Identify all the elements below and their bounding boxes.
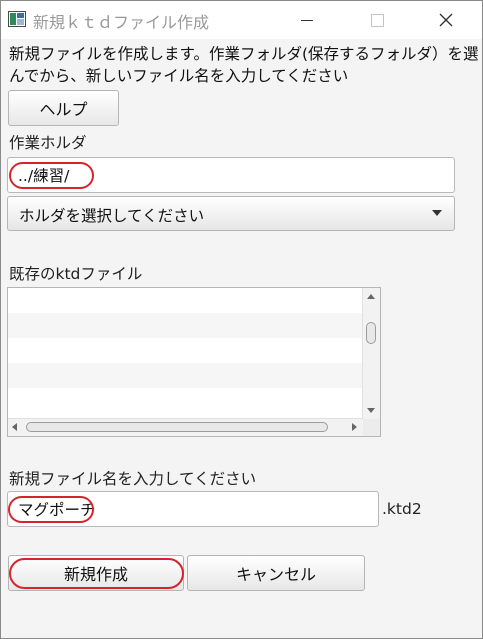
filename-value: マグポーチ — [18, 501, 96, 519]
dialog-window: 新規ｋｔｄファイル作成 新規ファイルを作成します。作業フォルダ(保存するフォルダ… — [0, 0, 483, 639]
file-extension-label: .ktd2 — [382, 500, 422, 518]
scroll-right-icon[interactable] — [352, 423, 357, 431]
minimize-icon — [301, 19, 313, 21]
horizontal-scrollbar[interactable] — [8, 418, 363, 436]
existing-files-list[interactable] — [7, 287, 381, 437]
list-item[interactable] — [8, 288, 363, 313]
folder-field[interactable]: ../練習/ — [7, 157, 455, 193]
folder-select-label: ホルダを選択してください — [19, 207, 205, 225]
close-icon — [439, 13, 453, 27]
existing-files-label: 既存のktdファイル — [9, 265, 143, 283]
horizontal-scroll-thumb[interactable] — [26, 422, 328, 432]
folder-label: 作業ホルダ — [9, 134, 87, 152]
filename-input[interactable]: マグポーチ — [7, 491, 379, 527]
description-text: 新規ファイルを作成します。作業フォルダ(保存するフォルダ）を選んでから、新しいフ… — [9, 45, 479, 85]
scroll-corner — [363, 419, 380, 436]
maximize-button[interactable] — [354, 1, 400, 39]
vertical-scrollbar[interactable] — [362, 288, 380, 419]
window-title: 新規ｋｔｄファイル作成 — [33, 13, 210, 32]
title-bar: 新規ｋｔｄファイル作成 — [1, 1, 482, 39]
app-icon — [8, 11, 26, 27]
scroll-left-icon[interactable] — [12, 423, 17, 431]
new-filename-label: 新規ファイル名を入力してください — [9, 470, 257, 488]
scroll-down-icon[interactable] — [367, 408, 375, 413]
scroll-up-icon[interactable] — [367, 294, 375, 299]
folder-value: ../練習/ — [18, 167, 70, 185]
close-button[interactable] — [423, 1, 469, 39]
cancel-button[interactable]: キャンセル — [187, 555, 365, 591]
help-button[interactable]: ヘルプ — [8, 90, 119, 126]
vertical-scroll-thumb[interactable] — [366, 322, 376, 344]
list-item[interactable] — [8, 363, 363, 388]
create-button[interactable]: 新規作成 — [8, 555, 184, 591]
list-item[interactable] — [8, 313, 363, 338]
maximize-icon — [370, 13, 384, 27]
chevron-down-icon — [432, 210, 442, 216]
list-item[interactable] — [8, 388, 363, 413]
folder-select[interactable]: ホルダを選択してください — [7, 196, 455, 231]
list-item[interactable] — [8, 338, 363, 363]
minimize-button[interactable] — [284, 1, 330, 39]
